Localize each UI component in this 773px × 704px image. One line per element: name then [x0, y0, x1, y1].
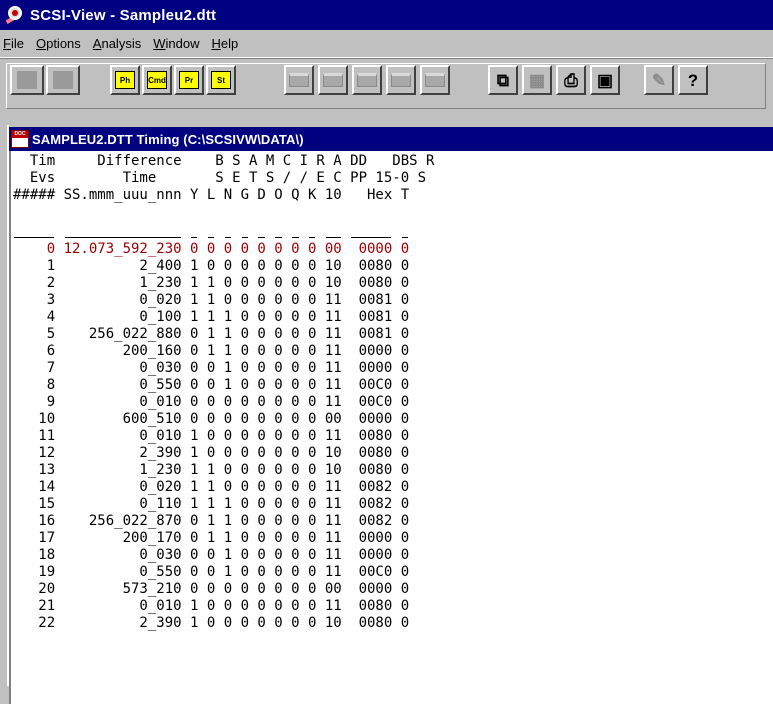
commands-icon: Cmd [147, 71, 167, 89]
table-header-line-3: ##### SS.mmm_uuu_nnn Y L N G D O Q K 10 … [13, 187, 410, 203]
header-separator [325, 237, 341, 238]
find-icon: ✎ [651, 70, 667, 90]
disabled-icon [357, 73, 377, 87]
disabled-button-2[interactable] [318, 65, 348, 95]
table-row[interactable]: 8 0_550 0 0 1 0 0 0 0 0 11 00C0 0 [13, 377, 409, 394]
header-separator [258, 237, 265, 238]
disabled-button-5[interactable] [420, 65, 450, 95]
table-row[interactable]: 1 2_400 1 0 0 0 0 0 0 0 10 0080 0 [13, 258, 409, 275]
table-row[interactable]: 20 573_210 0 0 0 0 0 0 0 0 00 0000 0 [13, 581, 409, 598]
table-row[interactable]: 14 0_020 1 1 0 0 0 0 0 0 11 0082 0 [13, 479, 409, 496]
header-separator [14, 237, 55, 238]
toolbar-blank-button-2[interactable] [46, 65, 80, 95]
header-separator [292, 237, 299, 238]
app-icon[interactable] [5, 5, 26, 25]
menu-bar: File Options Analysis Window Help [0, 30, 773, 58]
table-row[interactable]: 18 0_030 0 0 1 0 0 0 0 0 11 0000 0 [13, 547, 409, 564]
disabled-icon [391, 73, 411, 87]
document-title-bar[interactable]: DOC SAMPLEU2.DTT Timing (C:\SCSIVW\DATA\… [9, 127, 773, 151]
document-icon[interactable]: DOC [11, 130, 29, 148]
blank-icon [53, 71, 73, 89]
chart-button[interactable]: ▦ [522, 65, 552, 95]
header-separator [401, 237, 409, 238]
table-row[interactable]: 6 200_160 0 1 1 0 0 0 0 0 11 0000 0 [13, 343, 409, 360]
table-row[interactable]: 2 1_230 1 1 0 0 0 0 0 0 10 0080 0 [13, 275, 409, 292]
disabled-button-3[interactable] [352, 65, 382, 95]
table-row[interactable]: 21 0_010 1 0 0 0 0 0 0 0 11 0080 0 [13, 598, 409, 615]
document-title: SAMPLEU2.DTT Timing (C:\SCSIVW\DATA\) [32, 131, 304, 147]
help-icon: ? [687, 70, 699, 90]
timing-table[interactable]: Tim Difference B S A M C I R A DD DBS R … [9, 151, 773, 704]
table-row[interactable]: 11 0_010 1 0 0 0 0 0 0 0 11 0080 0 [13, 428, 409, 445]
table-row[interactable]: 22 2_390 1 0 0 0 0 0 0 0 10 0080 0 [13, 615, 409, 632]
print-button[interactable]: ⎙ [556, 65, 586, 95]
statistics-icon: St [211, 71, 231, 89]
disabled-icon [323, 73, 343, 87]
table-row[interactable]: 19 0_550 0 0 1 0 0 0 0 0 11 00C0 0 [13, 564, 409, 581]
commands-button[interactable]: Cmd [142, 65, 172, 95]
print-icon: ⎙ [564, 70, 578, 90]
find-button[interactable]: ✎ [644, 65, 674, 95]
menu-analysis[interactable]: Analysis [87, 36, 147, 51]
table-row[interactable]: 10 600_510 0 0 0 0 0 0 0 0 00 0000 0 [13, 411, 409, 428]
copy-button[interactable]: ⧉ [488, 65, 518, 95]
menu-help[interactable]: Help [205, 36, 244, 51]
header-separator [191, 237, 198, 238]
table-row[interactable]: 15 0_110 1 1 1 0 0 0 0 0 11 0082 0 [13, 496, 409, 513]
phases-button[interactable]: Ph [110, 65, 140, 95]
disabled-icon [425, 73, 445, 87]
table-header-line-2: Evs Time S E T S / / E C PP 15-0 S [13, 170, 427, 186]
help-button[interactable]: ? [678, 65, 708, 95]
table-row[interactable]: 13 1_230 1 1 0 0 0 0 0 0 10 0080 0 [13, 462, 409, 479]
table-row[interactable]: 9 0_010 0 0 0 0 0 0 0 0 11 00C0 0 [13, 394, 409, 411]
table-row[interactable]: 12 2_390 1 0 0 0 0 0 0 0 10 0080 0 [13, 445, 409, 462]
phases-icon: Ph [115, 71, 135, 89]
prs-button[interactable]: Pr [174, 65, 204, 95]
app-title-bar[interactable]: SCSI-View - Sampleu2.dtt [0, 0, 773, 30]
table-row[interactable]: 0 12.073_592_230 0 0 0 0 0 0 0 0 00 0000… [13, 241, 409, 258]
disabled-icon [289, 73, 309, 87]
header-separator [207, 237, 215, 238]
header-separator [64, 237, 181, 238]
table-row[interactable]: 5 256_022_880 0 1 1 0 0 0 0 0 11 0081 0 [13, 326, 409, 343]
table-header-line-1: Tim Difference B S A M C I R A DD DBS R [13, 153, 435, 169]
statistics-button[interactable]: St [206, 65, 236, 95]
table-row[interactable]: 7 0_030 0 0 1 0 0 0 0 0 11 0000 0 [13, 360, 409, 377]
header-separator [351, 237, 392, 238]
disabled-button-4[interactable] [386, 65, 416, 95]
table-row[interactable]: 16 256_022_870 0 1 1 0 0 0 0 0 11 0082 0 [13, 513, 409, 530]
menu-options[interactable]: Options [30, 36, 87, 51]
header-separator [241, 237, 249, 238]
menu-file[interactable]: File [0, 36, 30, 51]
table-row[interactable]: 4 0_100 1 1 1 0 0 0 0 0 11 0081 0 [13, 309, 409, 326]
disabled-button-1[interactable] [284, 65, 314, 95]
copy-icon: ⧉ [496, 70, 510, 90]
table-row[interactable]: 17 200_170 0 1 1 0 0 0 0 0 11 0000 0 [13, 530, 409, 547]
header-separator [275, 237, 282, 238]
chart-icon: ▦ [528, 70, 546, 90]
header-separator [224, 237, 232, 238]
prs-icon: Pr [179, 71, 199, 89]
menu-window[interactable]: Window [147, 36, 205, 51]
table-row[interactable]: 3 0_020 1 1 0 0 0 0 0 0 11 0081 0 [13, 292, 409, 309]
blank-icon [17, 71, 37, 89]
toolbar-blank-button-1[interactable] [10, 65, 44, 95]
header-separator [309, 237, 316, 238]
print-preview-button[interactable]: ▣ [590, 65, 620, 95]
toolbar: Ph Cmd Pr St ⧉ ▦ ⎙ ▣ ✎ ? [0, 58, 773, 116]
preview-icon: ▣ [596, 70, 614, 90]
app-title: SCSI-View - Sampleu2.dtt [30, 6, 217, 24]
